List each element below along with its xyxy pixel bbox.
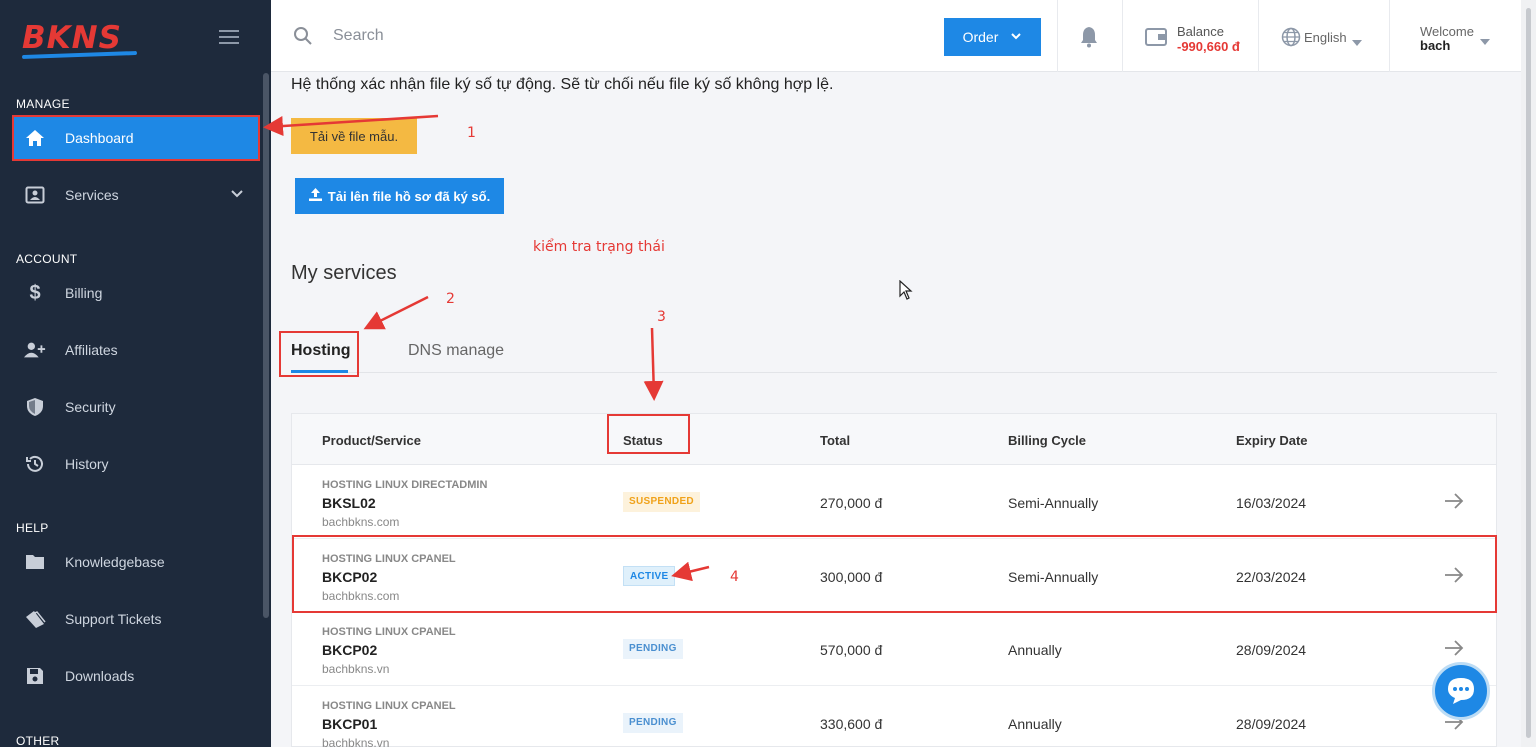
- section-title: My services: [291, 262, 397, 284]
- sidebar-item-dashboard[interactable]: Dashboard: [12, 115, 260, 161]
- annotation-note: kiểm tra trạng thái: [533, 239, 665, 255]
- table-row[interactable]: HOSTING LINUX CPANEL BKCP01 bachbkns.vn …: [292, 687, 1496, 747]
- caret-down-icon[interactable]: [1352, 33, 1362, 51]
- dollar-icon: $: [29, 281, 41, 304]
- product-type: HOSTING LINUX DIRECTADMIN: [322, 479, 488, 491]
- upload-label: Tải lên file hồ sơ đã ký số.: [327, 188, 491, 204]
- sidebar-item-history[interactable]: History: [14, 443, 258, 485]
- shield-icon: [24, 396, 46, 418]
- floppy-icon: [24, 665, 46, 687]
- product-name[interactable]: BKCP02: [322, 642, 377, 658]
- tab-divider: [291, 372, 1497, 373]
- billing-cycle-value: Semi-Annually: [1008, 495, 1099, 511]
- arrow-right-icon[interactable]: [1444, 640, 1464, 661]
- id-card-icon: [24, 184, 46, 206]
- bell-icon[interactable]: [1079, 26, 1099, 53]
- expiry-date-value: 16/03/2024: [1236, 495, 1307, 511]
- arrow-right-icon[interactable]: [1444, 493, 1464, 514]
- sidebar-item-affiliates[interactable]: Affiliates: [14, 329, 258, 371]
- table-header: Product/Service Status Total Billing Cyc…: [292, 414, 1496, 465]
- order-button[interactable]: Order: [944, 18, 1041, 56]
- status-badge: PENDING: [623, 713, 683, 733]
- annotation-box-status-header: [607, 414, 690, 454]
- chevron-down-icon: [1010, 29, 1022, 45]
- chevron-down-icon: [230, 187, 244, 206]
- balance-value: -990,660 đ: [1177, 39, 1240, 54]
- annotation-box-active-row: [292, 535, 1497, 613]
- hamburger-menu-icon[interactable]: [219, 30, 239, 45]
- search-icon[interactable]: [293, 26, 313, 51]
- product-type: HOSTING LINUX CPANEL: [322, 700, 456, 712]
- upload-icon: [308, 188, 322, 204]
- language-selector[interactable]: English: [1304, 30, 1347, 45]
- sidebar-item-services[interactable]: Services: [14, 174, 258, 216]
- username[interactable]: bach: [1420, 38, 1450, 53]
- section-manage: MANAGE: [16, 97, 70, 111]
- home-icon: [24, 127, 46, 149]
- sidebar-item-downloads[interactable]: Downloads: [14, 655, 258, 697]
- tickets-icon: [24, 608, 46, 630]
- status-badge: PENDING: [623, 639, 683, 659]
- annotation-box-hosting-tab: [279, 331, 359, 377]
- header-total: Total: [820, 433, 851, 448]
- header-product: Product/Service: [322, 433, 421, 448]
- bkns-logo[interactable]: BKNS: [21, 20, 138, 60]
- caret-down-icon[interactable]: [1480, 32, 1490, 50]
- user-plus-icon: [24, 339, 46, 361]
- sidebar-scrollbar[interactable]: [263, 73, 269, 618]
- sidebar-item-security[interactable]: Security: [14, 386, 258, 428]
- order-label: Order: [962, 29, 999, 45]
- product-domain: bachbkns.com: [322, 515, 400, 529]
- wallet-icon: [1145, 28, 1167, 51]
- sidebar: BKNS MANAGE Dashboard Services ACCOUNT $…: [0, 0, 271, 747]
- tab-dns-manage[interactable]: DNS manage: [408, 342, 504, 360]
- annotation-arrow-3: [643, 327, 664, 401]
- sidebar-item-knowledgebase[interactable]: Knowledgebase: [14, 541, 258, 583]
- product-name[interactable]: BKCP01: [322, 716, 377, 732]
- table-row[interactable]: HOSTING LINUX CPANEL BKCP02 bachbkns.vn …: [292, 613, 1496, 686]
- intro-text: Hệ thống xác nhận file ký số tự động. Sẽ…: [291, 76, 834, 93]
- annotation-number-3: 3: [657, 309, 666, 325]
- sidebar-item-billing[interactable]: $ Billing: [14, 272, 258, 314]
- total-value: 330,600 đ: [820, 716, 883, 732]
- balance-label: Balance: [1177, 24, 1224, 39]
- header-billing-cycle: Billing Cycle: [1008, 433, 1087, 448]
- annotation-number-4: 4: [730, 569, 739, 585]
- total-value: 570,000 đ: [820, 642, 883, 658]
- search-input[interactable]: [333, 24, 633, 48]
- expiry-date-value: 28/09/2024: [1236, 642, 1307, 658]
- sidebar-item-support-tickets[interactable]: Support Tickets: [14, 598, 258, 640]
- history-icon: [24, 453, 46, 475]
- annotation-number-2: 2: [446, 291, 455, 307]
- billing-cycle-value: Annually: [1008, 716, 1062, 732]
- section-help: HELP: [16, 521, 49, 535]
- chat-bubble-icon: [1445, 676, 1477, 711]
- download-template-button[interactable]: Tải về file mẫu.: [291, 118, 417, 154]
- annotation-number-1: 1: [467, 125, 476, 141]
- billing-cycle-value: Annually: [1008, 642, 1062, 658]
- globe-icon[interactable]: [1281, 27, 1301, 52]
- mouse-cursor-icon: [899, 279, 913, 305]
- chat-button[interactable]: [1432, 662, 1490, 720]
- product-domain: bachbkns.vn: [322, 736, 390, 747]
- page-scrollbar[interactable]: [1521, 0, 1536, 747]
- welcome-label: Welcome: [1420, 24, 1474, 39]
- header-expiry-date: Expiry Date: [1236, 433, 1308, 448]
- status-badge: SUSPENDED: [623, 492, 700, 512]
- product-domain: bachbkns.vn: [322, 662, 390, 676]
- total-value: 270,000 đ: [820, 495, 883, 511]
- upload-signed-file-button[interactable]: Tải lên file hồ sơ đã ký số.: [295, 178, 504, 214]
- section-other: OTHER: [16, 734, 60, 747]
- product-name[interactable]: BKSL02: [322, 495, 376, 511]
- expiry-date-value: 28/09/2024: [1236, 716, 1307, 732]
- topbar: Order Balance -990,660 đ English Welcome…: [271, 0, 1521, 72]
- section-account: ACCOUNT: [16, 252, 78, 266]
- table-row[interactable]: HOSTING LINUX DIRECTADMIN BKSL02 bachbkn…: [292, 466, 1496, 539]
- folder-icon: [24, 551, 46, 573]
- product-type: HOSTING LINUX CPANEL: [322, 626, 456, 638]
- annotation-arrow-2: [363, 295, 429, 330]
